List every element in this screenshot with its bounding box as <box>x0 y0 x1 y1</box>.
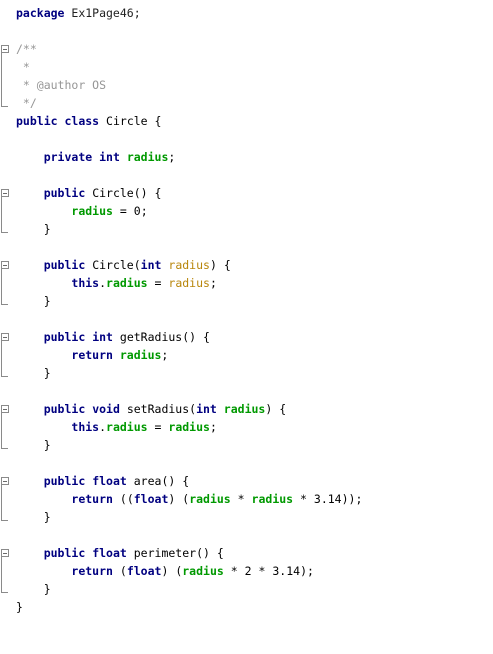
code-line: package Ex1Page46; <box>16 6 141 20</box>
fold-marker[interactable] <box>1 189 9 233</box>
collapse-icon[interactable] <box>1 549 9 557</box>
code-line: return ((float) (radius * radius * 3.14)… <box>71 492 363 506</box>
collapse-icon[interactable] <box>1 477 9 485</box>
fold-end-marker <box>1 304 8 305</box>
code-line: this.radius = radius; <box>71 276 217 290</box>
collapse-icon[interactable] <box>1 261 9 269</box>
code-line: public int getRadius() { <box>43 330 210 344</box>
code-line: * @author OS <box>16 78 107 92</box>
code-line: } <box>43 222 51 236</box>
fold-marker[interactable] <box>1 405 9 449</box>
code-line: radius = 0; <box>71 204 148 218</box>
code-line: public class Circle { <box>16 114 162 128</box>
code-editor[interactable]: package Ex1Page46; /** * * @author OS */ p… <box>0 0 493 654</box>
code-line: } <box>43 438 51 452</box>
fold-marker[interactable] <box>1 549 9 593</box>
code-line: */ <box>16 96 37 110</box>
code-line: /** <box>16 42 37 56</box>
fold-marker[interactable] <box>1 45 9 107</box>
collapse-icon[interactable] <box>1 45 9 53</box>
code-line: public float area() { <box>43 474 190 488</box>
collapse-icon[interactable] <box>1 189 9 197</box>
code-line: } <box>43 582 51 596</box>
fold-end-marker <box>1 106 8 107</box>
code-line: public void setRadius(int radius) { <box>43 402 287 416</box>
fold-end-marker <box>1 448 8 449</box>
fold-end-marker <box>1 232 8 233</box>
code-line: } <box>43 510 51 524</box>
code-line: } <box>16 600 23 614</box>
fold-end-marker <box>1 376 8 377</box>
code-line: this.radius = radius; <box>71 420 217 434</box>
fold-marker[interactable] <box>1 333 9 377</box>
code-line: public float perimeter() { <box>43 546 224 560</box>
code-line: } <box>43 294 51 308</box>
code-line: return radius; <box>71 348 169 362</box>
fold-gutter <box>0 0 14 654</box>
fold-end-marker <box>1 592 8 593</box>
code-line: private int radius; <box>43 150 176 164</box>
fold-end-marker <box>1 520 8 521</box>
fold-marker[interactable] <box>1 261 9 305</box>
fold-marker[interactable] <box>1 477 9 521</box>
collapse-icon[interactable] <box>1 333 9 341</box>
code-line: * <box>16 60 30 74</box>
code-line: public Circle(int radius) { <box>43 258 231 272</box>
code-line: public Circle() { <box>43 186 162 200</box>
code-line: } <box>43 366 51 380</box>
code-line: return (float) (radius * 2 * 3.14); <box>71 564 314 578</box>
collapse-icon[interactable] <box>1 405 9 413</box>
